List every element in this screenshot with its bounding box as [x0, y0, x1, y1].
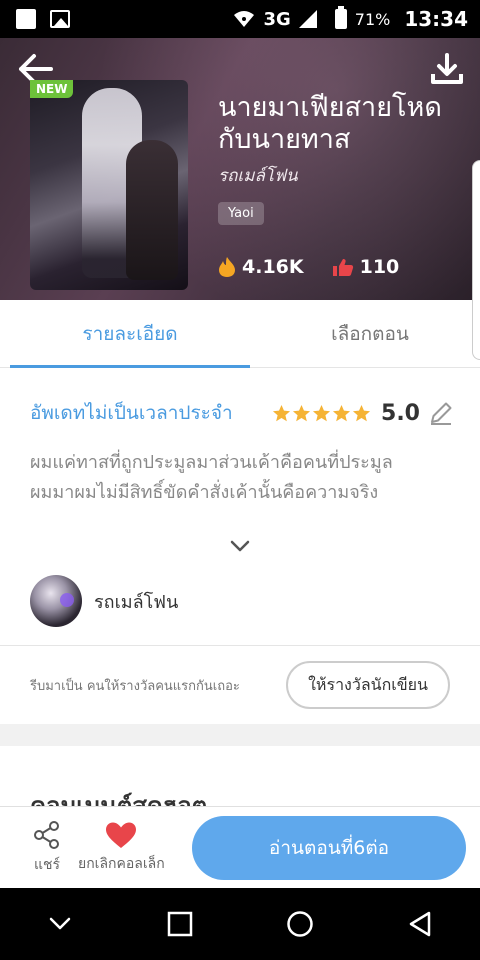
hero-header: NEW นายมาเฟียสายโหดกับนายทาส รถเมล์โฟน Y… [0, 38, 480, 300]
likes-stat: 110 [332, 256, 400, 278]
comments-heading: คอมเมนต์สุดฮอต [30, 792, 208, 808]
continue-reading-button[interactable]: อ่านตอนที่6ต่อ [192, 815, 466, 880]
star-icon [312, 404, 331, 421]
signal-icon [298, 10, 317, 28]
update-rating-row: อัพเดทไม่เป็นเวลาประจำ 5.0 [30, 398, 454, 428]
wifi-icon [234, 11, 255, 27]
likes-count: 110 [359, 256, 400, 278]
tab-chapters[interactable]: เลือกตอน [250, 300, 480, 368]
clock: 13:34 [404, 7, 468, 31]
story-description: ผมแค่ทาสที่ถูกประมูลมาส่วนเค้าคือคนที่ปร… [30, 448, 450, 508]
nav-recents-button[interactable] [158, 902, 202, 946]
reward-prompt: รีบมาเป็น คนให้รางวัลคนแรกกันเถอะ [30, 678, 240, 694]
tab-bar: รายละเอียด เลือกตอน [0, 300, 480, 368]
share-icon [34, 820, 59, 849]
tab-details[interactable]: รายละเอียด [10, 300, 250, 368]
author-row[interactable]: รถเมล์โฟน [30, 575, 178, 627]
home-circle-icon [287, 911, 313, 937]
story-stats: 4.16K 110 [218, 256, 417, 278]
bottom-action-bar: แชร์ ยกเลิกคอลเล็ก อ่านตอนที่6ต่อ [0, 806, 480, 888]
download-icon [431, 53, 463, 84]
new-badge: NEW [30, 80, 74, 98]
rating-value: 5.0 [381, 400, 420, 426]
fire-icon [219, 257, 235, 277]
author-name[interactable]: รถเมล์โฟน [94, 587, 178, 616]
share-label: แชร์ [33, 856, 61, 873]
section-separator [0, 724, 480, 746]
chevron-down-icon [230, 540, 250, 552]
unfavorite-label: ยกเลิกคอลเล็ก [78, 855, 165, 872]
nav-back-button[interactable] [398, 902, 442, 946]
star-icon [292, 404, 311, 421]
rating-stars [272, 404, 371, 423]
back-triangle-icon [409, 911, 431, 937]
genre-tag[interactable]: Yaoi [218, 202, 264, 225]
story-author[interactable]: รถเมล์โฟน [218, 162, 298, 189]
share-button[interactable]: แชร์ [32, 820, 62, 876]
nav-home-button[interactable] [278, 902, 322, 946]
nav-collapse-button[interactable] [38, 902, 82, 946]
image-notification-icon [50, 10, 70, 28]
battery-percent: 71% [354, 9, 391, 29]
views-count: 4.16K [242, 256, 304, 278]
recents-square-icon [167, 911, 193, 937]
reward-writer-button[interactable]: ให้รางวัลนักเขียน [286, 661, 450, 709]
description-line: ผมมาผมไม่มีสิทธิ์ขัดคำสั่งเค้านั้นคือควา… [30, 482, 379, 503]
network-type: 3G [263, 8, 291, 30]
update-schedule: อัพเดทไม่เป็นเวลาประจำ [30, 402, 233, 424]
chevron-down-icon [49, 917, 71, 930]
tab-indicator [10, 365, 250, 368]
notification-square-icon [16, 9, 36, 29]
views-stat: 4.16K [218, 256, 304, 278]
author-avatar[interactable] [30, 575, 82, 627]
star-icon [272, 404, 291, 421]
star-icon [332, 404, 351, 421]
story-title: นายมาเฟียสายโหดกับนายทาส [218, 92, 442, 155]
star-icon [352, 404, 371, 421]
reward-row: รีบมาเป็น คนให้รางวัลคนแรกกันเถอะ ให้ราง… [0, 646, 480, 724]
expand-description-button[interactable] [228, 538, 252, 558]
battery-icon [334, 6, 347, 29]
edit-rating-icon[interactable] [428, 400, 454, 426]
side-panel-handle[interactable] [472, 160, 480, 360]
thumbs-up-icon [332, 259, 353, 276]
description-line: ผมแค่ทาสที่ถูกประมูลมาส่วนเค้าคือคนที่ปร… [30, 452, 393, 473]
unfavorite-button[interactable]: ยกเลิกคอลเล็ก [78, 821, 165, 875]
system-nav-bar [0, 888, 480, 960]
cover-image [30, 80, 188, 290]
download-button[interactable] [430, 52, 466, 88]
heart-icon [106, 822, 137, 848]
status-bar: 3G 71% 13:34 [0, 0, 480, 38]
